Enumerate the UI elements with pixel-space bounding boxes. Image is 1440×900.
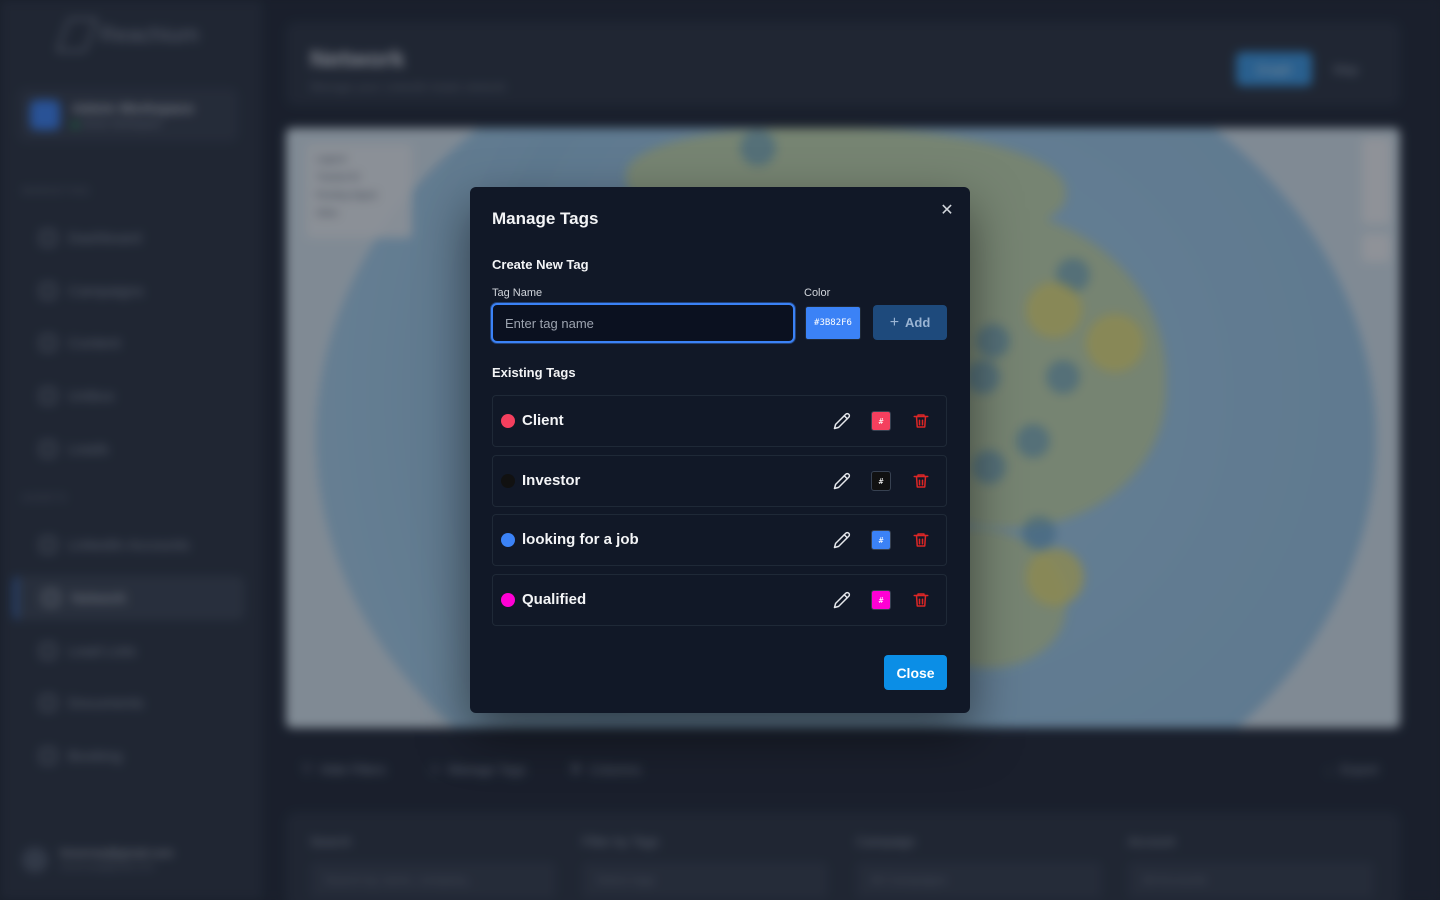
manage-tags-modal: Manage Tags ✕ Create New Tag Tag Name Co… (470, 187, 970, 713)
trash-icon[interactable] (912, 591, 930, 609)
color-picker[interactable]: #3B82F6 (805, 306, 861, 340)
tag-color-dot (501, 414, 515, 428)
tag-name: Qualified (522, 591, 587, 608)
tag-name-label: Tag Name (492, 287, 543, 299)
tag-name: Investor (522, 472, 581, 489)
trash-icon[interactable] (912, 472, 930, 490)
tag-color-dot (501, 533, 515, 547)
plus-icon: + (889, 313, 900, 331)
trash-icon[interactable] (912, 531, 930, 549)
tag-row: Qualified # (492, 574, 947, 626)
tag-color-dot (501, 593, 515, 607)
tag-name: Client (522, 412, 564, 429)
color-label: Color (804, 287, 831, 299)
existing-tags-heading: Existing Tags (492, 365, 576, 380)
tag-color-dot (501, 474, 515, 488)
tag-color-button[interactable]: # (871, 411, 891, 431)
tag-row: looking for a job # (492, 514, 947, 566)
modal-title: Manage Tags (492, 209, 599, 228)
tag-row: Investor # (492, 455, 947, 507)
tag-name-input[interactable] (491, 303, 795, 343)
add-tag-button[interactable]: + Add (873, 305, 947, 340)
create-tag-heading: Create New Tag (492, 257, 589, 272)
tag-name: looking for a job (522, 531, 639, 548)
tag-color-button[interactable]: # (871, 590, 891, 610)
trash-icon[interactable] (912, 412, 930, 430)
pencil-icon[interactable] (833, 472, 851, 490)
pencil-icon[interactable] (833, 531, 851, 549)
tag-row: Client # (492, 395, 947, 447)
pencil-icon[interactable] (833, 591, 851, 609)
add-tag-label: Add (905, 315, 931, 330)
close-button[interactable]: Close (884, 655, 947, 690)
pencil-icon[interactable] (833, 412, 851, 430)
tag-color-button[interactable]: # (871, 471, 891, 491)
close-icon[interactable]: ✕ (938, 201, 956, 219)
tag-color-button[interactable]: # (871, 530, 891, 550)
